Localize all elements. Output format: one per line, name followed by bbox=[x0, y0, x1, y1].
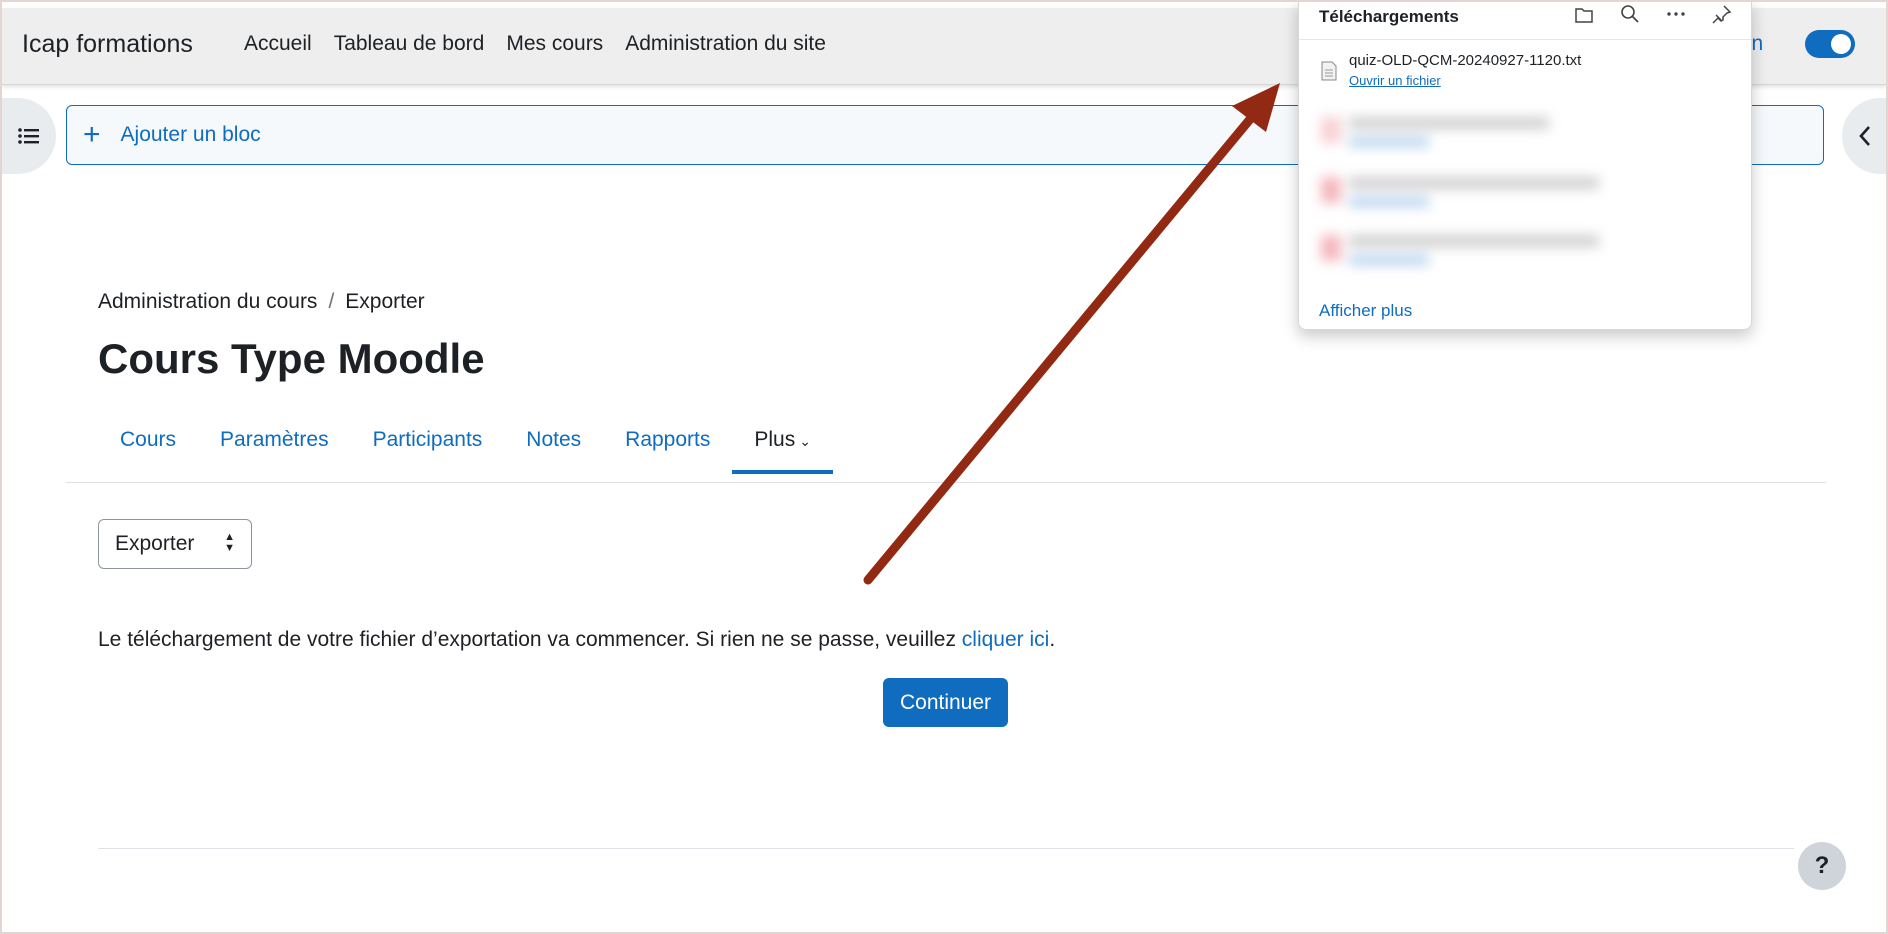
edit-mode-toggle[interactable] bbox=[1805, 30, 1855, 58]
page-title: Cours Type Moodle bbox=[98, 335, 485, 382]
text-file-icon bbox=[1321, 61, 1337, 81]
primary-navigation: Accueil Tableau de bord Mes cours Admini… bbox=[244, 32, 826, 56]
export-message-end: . bbox=[1049, 628, 1056, 651]
secondary-navigation: Cours Paramètres Participants Notes Rapp… bbox=[98, 420, 833, 474]
open-course-index-button[interactable] bbox=[2, 98, 56, 174]
tab-plus-label: Plus bbox=[754, 428, 796, 451]
downloads-title: Téléchargements bbox=[1319, 7, 1459, 26]
nav-link-administration-du-site[interactable]: Administration du site bbox=[625, 32, 826, 56]
blurred-download-item bbox=[1317, 167, 1617, 223]
nav-link-tableau-de-bord[interactable]: Tableau de bord bbox=[334, 32, 485, 56]
footer-divider bbox=[98, 848, 1794, 849]
continue-button[interactable]: Continuer bbox=[883, 678, 1008, 727]
downloads-divider bbox=[1299, 39, 1751, 40]
export-message-text: Le téléchargement de votre fichier d’exp… bbox=[98, 628, 962, 651]
tabs-divider bbox=[66, 482, 1826, 483]
tab-rapports[interactable]: Rapports bbox=[603, 420, 732, 472]
search-icon[interactable] bbox=[1619, 3, 1641, 25]
list-icon bbox=[18, 128, 39, 144]
downloaded-file-name[interactable]: quiz-OLD-QCM-20240927-1120.txt bbox=[1349, 52, 1581, 69]
tab-notes[interactable]: Notes bbox=[504, 420, 603, 472]
select-sort-icon: ▲ ▼ bbox=[224, 531, 235, 554]
more-options-icon[interactable] bbox=[1665, 3, 1687, 25]
action-select-value: Exporter bbox=[115, 532, 195, 555]
folder-icon[interactable] bbox=[1573, 3, 1595, 25]
downloads-toolbar bbox=[1573, 3, 1733, 25]
tab-plus[interactable]: Plus ⌄ bbox=[732, 420, 833, 474]
open-file-link[interactable]: Ouvrir un fichier bbox=[1349, 73, 1441, 88]
nav-link-mes-cours[interactable]: Mes cours bbox=[506, 32, 603, 56]
add-block-label: Ajouter un bloc bbox=[120, 123, 261, 146]
open-block-drawer-button[interactable] bbox=[1842, 98, 1888, 174]
site-brand[interactable]: Icap formations bbox=[22, 30, 193, 59]
pin-icon[interactable] bbox=[1711, 3, 1733, 25]
breadcrumb-item-administration[interactable]: Administration du cours bbox=[98, 290, 317, 313]
chevron-left-icon bbox=[1859, 126, 1870, 146]
help-button[interactable]: ? bbox=[1798, 842, 1846, 890]
tab-cours[interactable]: Cours bbox=[98, 420, 198, 472]
show-more-link[interactable]: Afficher plus bbox=[1319, 301, 1412, 321]
breadcrumb-separator: / bbox=[328, 290, 335, 313]
action-select[interactable]: Exporter ▲ ▼ bbox=[98, 519, 252, 569]
blurred-download-item bbox=[1317, 107, 1617, 163]
tab-parametres[interactable]: Paramètres bbox=[198, 420, 351, 472]
tab-participants[interactable]: Participants bbox=[351, 420, 505, 472]
export-message: Le téléchargement de votre fichier d’exp… bbox=[98, 628, 1055, 652]
click-here-link[interactable]: cliquer ici bbox=[962, 628, 1050, 651]
breadcrumb: Administration du cours / Exporter bbox=[98, 290, 425, 314]
downloads-panel: Téléchargements quiz-OLD-QCM-20240927-11… bbox=[1298, 0, 1752, 330]
plus-icon: + bbox=[83, 118, 101, 151]
chevron-down-icon: ⌄ bbox=[799, 433, 811, 449]
nav-link-accueil[interactable]: Accueil bbox=[244, 32, 312, 56]
blurred-download-item bbox=[1317, 225, 1617, 281]
breadcrumb-item-exporter: Exporter bbox=[345, 290, 425, 313]
